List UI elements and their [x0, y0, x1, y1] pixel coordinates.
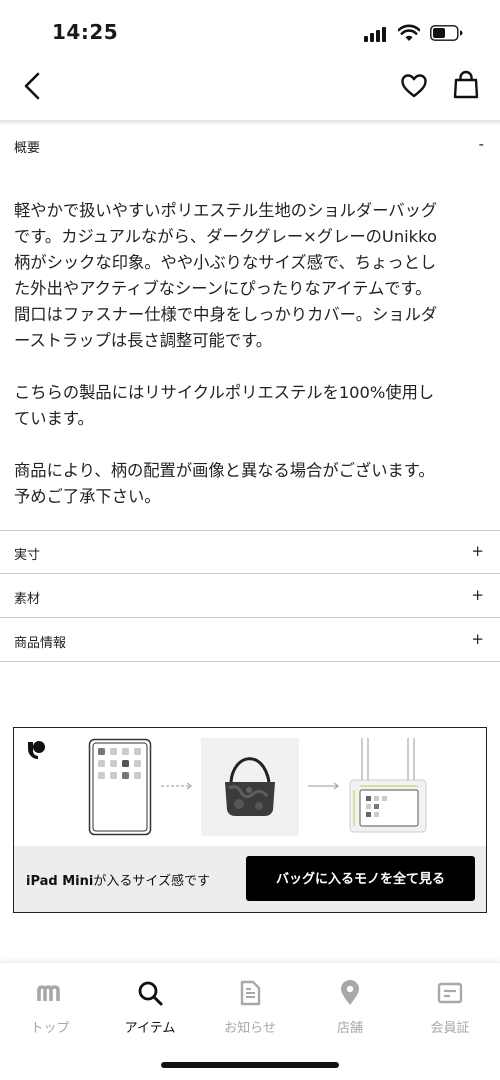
chevron-left-icon[interactable]	[18, 70, 50, 102]
tab-stores[interactable]: 店舗	[300, 979, 400, 1039]
size-caption-rest: が入るサイズ感です	[93, 874, 210, 889]
description-paragraph: 軽やかで扱いやすいポリエステル生地のショルダーバッグ です。カジュアルながら、ダ…	[14, 201, 438, 350]
size-guide-banner[interactable]: iPad Miniが入るサイズ感です バッグに入るモノを全て見る	[13, 727, 487, 913]
accordion-summary-header[interactable]: 概要 -	[0, 124, 500, 167]
accordion-product-info-label: 商品情報	[14, 636, 67, 651]
accordion-summary-label: 概要	[14, 141, 41, 156]
accordion-product-info-header[interactable]: 商品情報 +	[0, 619, 500, 662]
expand-toggle[interactable]: +	[471, 586, 484, 604]
location-pin-icon	[341, 980, 359, 1005]
member-card-icon	[437, 982, 463, 1004]
accordion-material-header[interactable]: 素材 +	[0, 575, 500, 618]
search-icon	[138, 981, 163, 1006]
accordion-material-label: 素材	[14, 592, 41, 607]
tab-label: 店舗	[336, 1021, 363, 1036]
dashed-arrow-icon	[161, 782, 192, 790]
shopping-bag-icon[interactable]	[452, 70, 480, 100]
unikko-logo-icon	[28, 741, 45, 759]
tab-label: アイテム	[124, 1021, 176, 1036]
description-paragraph: こちらの製品にはリサイクルポリエステルを100%使用し ています。	[14, 383, 435, 428]
tab-news[interactable]: お知らせ	[200, 979, 300, 1039]
battery-icon	[430, 25, 463, 41]
expand-toggle[interactable]: +	[471, 542, 484, 560]
tab-items[interactable]: アイテム	[100, 979, 200, 1039]
tab-label: 会員証	[430, 1021, 470, 1036]
ipad-mini-illustration	[88, 738, 152, 836]
tab-label: お知らせ	[224, 1021, 276, 1036]
tab-top[interactable]: トップ	[0, 979, 100, 1039]
signal-bars-icon	[364, 26, 388, 42]
product-detail-page: 14:25 概要 - 軽やかで扱いやすいポリエステル生地のショルダーバッグ です…	[0, 0, 500, 1080]
bag-photo	[201, 738, 299, 836]
description-paragraph: 商品により、柄の配置が画像と異なる場合がございます。 予めご了承下さい。	[14, 461, 435, 506]
heart-icon[interactable]	[400, 72, 428, 100]
tab-label: トップ	[30, 1021, 70, 1036]
tab-membership[interactable]: 会員証	[400, 979, 500, 1039]
view-all-fitting-items-button[interactable]: バッグに入るモノを全て見る	[246, 856, 475, 901]
accordion-dimensions-label: 実寸	[14, 548, 41, 563]
document-icon	[240, 980, 261, 1006]
expand-toggle[interactable]: +	[471, 630, 484, 648]
home-indicator[interactable]	[161, 1062, 339, 1068]
collapse-toggle[interactable]: -	[479, 135, 484, 153]
accordion-dimensions-header[interactable]: 実寸 +	[0, 531, 500, 574]
bag-with-ipad-illustration	[349, 738, 427, 833]
size-caption: iPad Miniが入るサイズ感です	[26, 870, 210, 889]
status-bar: 14:25	[0, 0, 500, 62]
status-time: 14:25	[52, 20, 119, 44]
arrow-right-icon	[308, 782, 339, 790]
banner-footer: iPad Miniが入るサイズ感です バッグに入るモノを全て見る	[14, 846, 486, 912]
device-name: iPad Mini	[26, 874, 94, 889]
product-description: 軽やかで扱いやすいポリエステル生地のショルダーバッグ です。カジュアルながら、ダ…	[14, 198, 488, 536]
nav-bar	[0, 62, 500, 122]
wifi-icon	[398, 24, 420, 41]
marimekko-m-icon	[37, 985, 60, 1001]
